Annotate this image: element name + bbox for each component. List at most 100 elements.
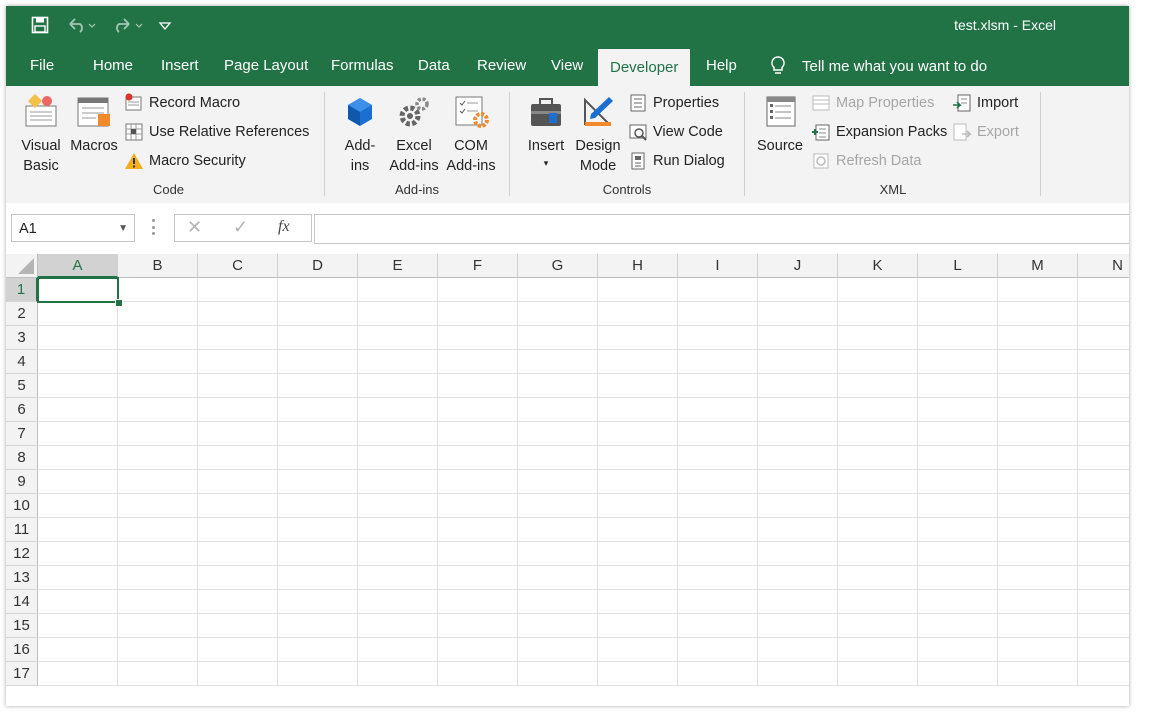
- record-macro-icon: [125, 93, 142, 111]
- tab-review[interactable]: Review: [465, 46, 538, 86]
- column-header[interactable]: K: [838, 254, 918, 278]
- row-header[interactable]: 13: [6, 566, 38, 590]
- row-header[interactable]: 3: [6, 326, 38, 350]
- properties-icon: [630, 94, 646, 112]
- worksheet-grid[interactable]: ABCDEFGHIJKLMN 1 2 3 4 5 6 7 8 9 10 11 12 13 14 15 16 17: [6, 254, 1129, 706]
- row-header[interactable]: 4: [6, 350, 38, 374]
- row-header[interactable]: 10: [6, 494, 38, 518]
- use-relative-references-button[interactable]: Use Relative References: [124, 119, 309, 145]
- map-properties-button[interactable]: Map Properties: [811, 90, 934, 116]
- column-header[interactable]: I: [678, 254, 758, 278]
- com-add-ins-button[interactable]: COM Add-ins: [442, 94, 500, 176]
- column-header[interactable]: D: [278, 254, 358, 278]
- formula-bar: A1 ▼ ✕ ✓ fx: [6, 203, 1129, 251]
- import-label: Import: [977, 95, 1019, 111]
- tab-page-layout[interactable]: Page Layout: [212, 46, 320, 86]
- xml-export-button[interactable]: Export: [952, 119, 1019, 145]
- tab-data[interactable]: Data: [406, 46, 462, 86]
- fill-handle[interactable]: [115, 299, 123, 307]
- column-header[interactable]: B: [118, 254, 198, 278]
- design-mode-label-2: Mode: [579, 158, 617, 174]
- refresh-data-button[interactable]: Refresh Data: [811, 148, 921, 174]
- macros-button[interactable]: Macros: [68, 94, 120, 156]
- column-header[interactable]: F: [438, 254, 518, 278]
- excel-add-ins-button[interactable]: Excel Add-ins: [386, 94, 442, 176]
- macro-security-button[interactable]: Macro Security: [124, 148, 246, 174]
- xml-source-button[interactable]: Source: [754, 94, 806, 156]
- select-all-icon: [18, 258, 34, 274]
- xml-import-button[interactable]: Import: [952, 90, 1018, 116]
- view-code-button[interactable]: View Code: [628, 119, 723, 145]
- group-label-controls: Controls: [602, 182, 652, 197]
- enter-icon[interactable]: ✓: [233, 217, 248, 238]
- tab-view[interactable]: View: [539, 46, 595, 86]
- map-properties-icon: [812, 95, 830, 111]
- expansion-packs-icon: [812, 124, 830, 141]
- row-header[interactable]: 8: [6, 446, 38, 470]
- column-header[interactable]: E: [358, 254, 438, 278]
- column-header[interactable]: N: [1078, 254, 1129, 278]
- com-add-ins-label-1: COM: [454, 138, 488, 154]
- column-header[interactable]: J: [758, 254, 838, 278]
- active-cell[interactable]: [37, 277, 119, 303]
- visual-basic-label-1: Visual: [21, 138, 61, 154]
- row-header[interactable]: 6: [6, 398, 38, 422]
- chevron-down-icon[interactable]: ▼: [118, 215, 128, 243]
- visual-basic-icon: [25, 93, 57, 127]
- tab-file[interactable]: File: [18, 46, 66, 86]
- row-header[interactable]: 15: [6, 614, 38, 638]
- run-dialog-icon: [631, 152, 645, 170]
- tab-insert[interactable]: Insert: [149, 46, 211, 86]
- group-label-xml: XML: [879, 182, 907, 197]
- tab-formulas[interactable]: Formulas: [319, 46, 406, 86]
- cancel-icon[interactable]: ✕: [187, 217, 202, 238]
- export-icon: [953, 123, 972, 141]
- tab-help[interactable]: Help: [694, 46, 749, 86]
- column-header[interactable]: M: [998, 254, 1078, 278]
- formula-input[interactable]: [314, 214, 1129, 244]
- tab-developer[interactable]: Developer: [598, 49, 691, 86]
- insert-function-icon[interactable]: fx: [278, 218, 290, 236]
- view-code-label: View Code: [653, 124, 723, 140]
- row-header[interactable]: 11: [6, 518, 38, 542]
- tell-me-search[interactable]: Tell me what you want to do: [768, 46, 987, 86]
- insert-controls-button[interactable]: Insert ▾: [522, 94, 570, 170]
- macros-icon: [77, 97, 110, 127]
- window-title: test.xlsm - Excel: [954, 17, 1056, 33]
- add-ins-button[interactable]: Add- ins: [338, 94, 382, 176]
- group-separator: [324, 92, 325, 196]
- row-header[interactable]: 7: [6, 422, 38, 446]
- row-header[interactable]: 5: [6, 374, 38, 398]
- record-macro-button[interactable]: Record Macro: [124, 90, 240, 116]
- row-header[interactable]: 17: [6, 662, 38, 686]
- group-separator: [744, 92, 745, 196]
- column-header[interactable]: H: [598, 254, 678, 278]
- row-header[interactable]: 9: [6, 470, 38, 494]
- relative-references-label: Use Relative References: [149, 124, 310, 140]
- tab-home[interactable]: Home: [81, 46, 145, 86]
- formula-bar-grip-icon[interactable]: [152, 219, 155, 235]
- grid-row-line: [38, 373, 1129, 374]
- visual-basic-button[interactable]: Visual Basic: [16, 93, 66, 176]
- column-header[interactable]: G: [518, 254, 598, 278]
- select-all-corner[interactable]: [6, 254, 38, 278]
- row-header[interactable]: 12: [6, 542, 38, 566]
- expansion-packs-button[interactable]: Expansion Packs: [811, 119, 947, 145]
- run-dialog-button[interactable]: Run Dialog: [628, 148, 725, 174]
- row-header[interactable]: 2: [6, 302, 38, 326]
- name-box[interactable]: A1 ▼: [11, 214, 135, 242]
- column-header[interactable]: A: [38, 254, 118, 278]
- row-header[interactable]: 1: [6, 278, 38, 302]
- row-header[interactable]: 14: [6, 590, 38, 614]
- export-label: Export: [977, 124, 1019, 140]
- run-dialog-label: Run Dialog: [653, 153, 725, 169]
- row-header[interactable]: 16: [6, 638, 38, 662]
- xml-source-label: Source: [757, 138, 803, 154]
- grid-column-line: [837, 278, 838, 686]
- column-header[interactable]: C: [198, 254, 278, 278]
- grid-column-line: [437, 278, 438, 686]
- grid-row-line: [38, 349, 1129, 350]
- column-header[interactable]: L: [918, 254, 998, 278]
- properties-button[interactable]: Properties: [628, 90, 719, 116]
- design-mode-button[interactable]: Design Mode: [572, 94, 624, 176]
